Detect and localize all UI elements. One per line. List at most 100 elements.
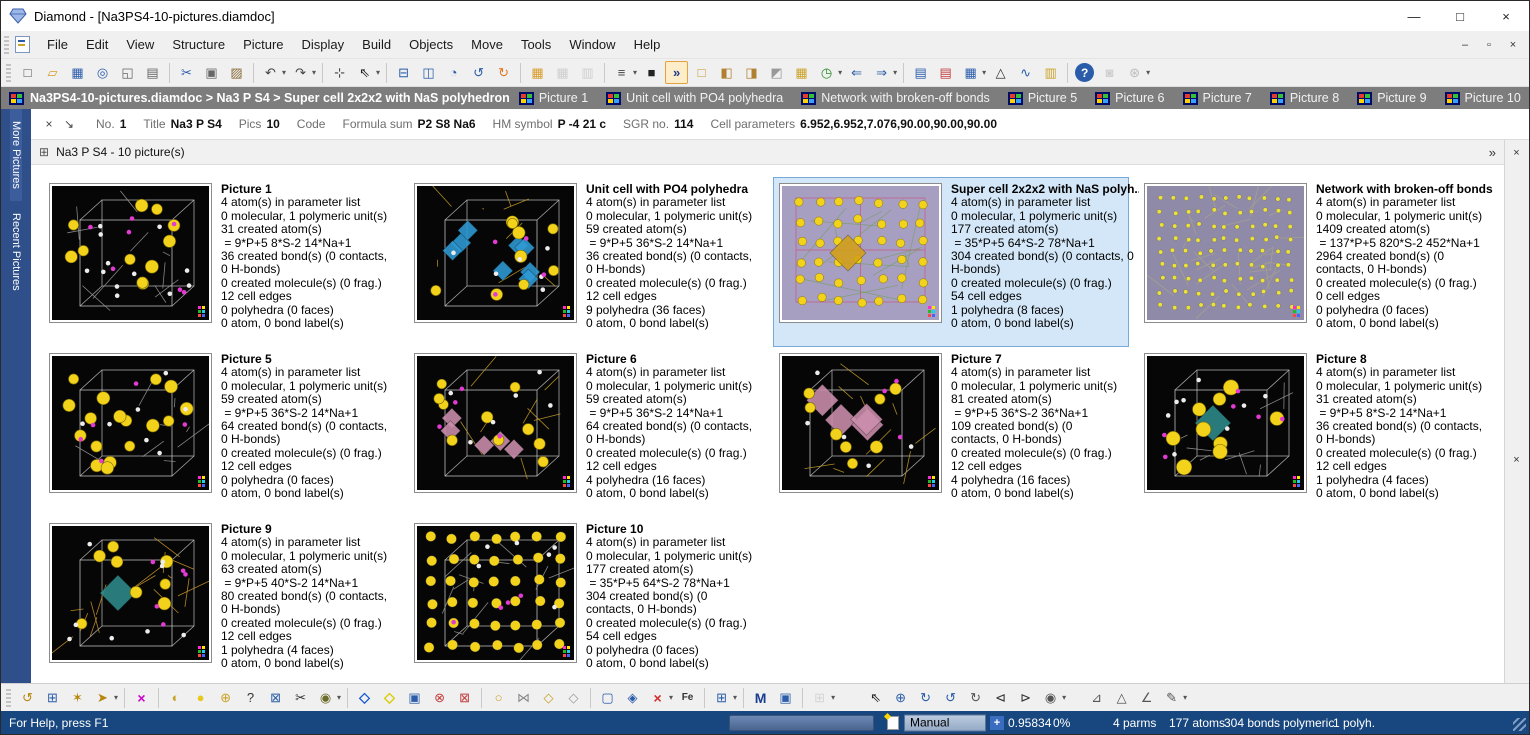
copy-picture-button[interactable]: ◧: [715, 61, 738, 84]
document-view-button[interactable]: ▤: [909, 61, 932, 84]
measure-angle-button[interactable]: ∠: [1135, 686, 1158, 709]
sketch-button-dropdown[interactable]: ▾: [1183, 693, 1187, 702]
find-button[interactable]: ◎: [91, 61, 114, 84]
picture-card[interactable]: Unit cell with PO4 polyhedra4 atom(s) in…: [408, 177, 764, 347]
menu-edit[interactable]: Edit: [77, 33, 117, 56]
grid-button-dropdown[interactable]: ▾: [831, 693, 835, 702]
picture-table-button[interactable]: ▦: [790, 61, 813, 84]
picture-thumbnail[interactable]: [414, 523, 577, 663]
section-more-chevron[interactable]: »: [1489, 145, 1496, 160]
remove-cell-button[interactable]: ⊠: [453, 686, 476, 709]
coordination-button[interactable]: ◇: [537, 686, 560, 709]
open-button[interactable]: ▱: [41, 61, 64, 84]
bond-button[interactable]: ○: [487, 686, 510, 709]
apply-button[interactable]: ⊞: [41, 686, 64, 709]
cage-button[interactable]: ▣: [403, 686, 426, 709]
material-button[interactable]: M: [749, 686, 772, 709]
data-grid-button-dropdown[interactable]: ▾: [982, 68, 986, 77]
toolbar-grip[interactable]: [6, 64, 11, 82]
builder-wizard-button[interactable]: ✶: [66, 686, 89, 709]
menu-picture[interactable]: Picture: [234, 33, 292, 56]
picture-tab[interactable]: Picture 7: [1183, 91, 1252, 105]
rotate-y-button[interactable]: ↺: [939, 686, 962, 709]
update-button[interactable]: ↺: [16, 686, 39, 709]
camera-button[interactable]: ◙: [1098, 61, 1121, 84]
previous-picture-button[interactable]: ⇐: [845, 61, 868, 84]
select-button-dropdown[interactable]: ▾: [376, 68, 380, 77]
picture-tab[interactable]: Picture 1: [519, 91, 588, 105]
help-button[interactable]: ?: [1075, 63, 1094, 82]
picture-thumbnail[interactable]: [49, 183, 212, 323]
picture-card[interactable]: Network with broken-off bonds4 atom(s) i…: [1138, 177, 1494, 347]
save-button[interactable]: ▦: [66, 61, 89, 84]
fit-icon[interactable]: +: [990, 716, 1004, 730]
picture-creation-button-dropdown[interactable]: ▾: [114, 693, 118, 702]
picture-creation-button[interactable]: ➤: [91, 686, 114, 709]
copy-button[interactable]: ▣: [200, 61, 223, 84]
picture-card[interactable]: Picture 14 atom(s) in parameter list0 mo…: [43, 177, 399, 347]
properties-view-button[interactable]: ▤: [934, 61, 957, 84]
next-picture-button-dropdown[interactable]: ▾: [893, 68, 897, 77]
close-button[interactable]: ×: [1483, 1, 1529, 31]
spin-button-dropdown[interactable]: ▾: [1062, 693, 1066, 702]
refresh-button[interactable]: ↻: [492, 61, 515, 84]
picture-card[interactable]: Picture 84 atom(s) in parameter list0 mo…: [1138, 347, 1494, 517]
pointer-mode-button[interactable]: ⇖: [864, 686, 887, 709]
connectivity-button[interactable]: ⋈: [512, 686, 535, 709]
dock-close-mid-button[interactable]: ×: [1509, 452, 1524, 467]
list-mode-button[interactable]: ≡: [610, 61, 633, 84]
menu-structure[interactable]: Structure: [163, 33, 234, 56]
select-button[interactable]: ⇖: [353, 61, 376, 84]
picture-thumbnail[interactable]: [49, 353, 212, 493]
split-view-button[interactable]: ◫: [417, 61, 440, 84]
close-info-icon[interactable]: ×: [39, 117, 59, 131]
mdi-minimize-button[interactable]: –: [1455, 36, 1475, 54]
picture-card[interactable]: Picture 54 atom(s) in parameter list0 mo…: [43, 347, 399, 517]
minimize-button[interactable]: —: [1391, 1, 1437, 31]
undo-button[interactable]: ↶: [259, 61, 282, 84]
new-document-button[interactable]: □: [16, 61, 39, 84]
video-button-dropdown[interactable]: ▾: [1146, 68, 1150, 77]
picture-thumbnail[interactable]: [779, 353, 942, 493]
list-mode-button-dropdown[interactable]: ▾: [633, 68, 637, 77]
menu-objects[interactable]: Objects: [400, 33, 462, 56]
redo-button-dropdown[interactable]: ▾: [312, 68, 316, 77]
picture-card[interactable]: Picture 74 atom(s) in parameter list0 mo…: [773, 347, 1129, 517]
destroy-button[interactable]: ×: [130, 686, 153, 709]
pattern-button-dropdown[interactable]: ▾: [733, 693, 737, 702]
data-grid-button[interactable]: ▦: [959, 61, 982, 84]
menu-file[interactable]: File: [38, 33, 77, 56]
picture-tab[interactable]: Picture 9: [1357, 91, 1426, 105]
menu-help[interactable]: Help: [625, 33, 670, 56]
paste-button[interactable]: ▨: [225, 61, 248, 84]
picture-card[interactable]: Picture 94 atom(s) in parameter list0 mo…: [43, 517, 399, 683]
new-table-button[interactable]: ▦: [526, 61, 549, 84]
unknown-atoms-button[interactable]: ?: [239, 686, 262, 709]
picture-history-button[interactable]: ◷: [815, 61, 838, 84]
mdi-restore-button[interactable]: ▫: [1479, 36, 1499, 54]
picture-tab[interactable]: Unit cell with PO4 polyhedra: [606, 91, 783, 105]
packing-button-dropdown[interactable]: ▾: [337, 693, 341, 702]
undo-history-button[interactable]: ↺: [467, 61, 490, 84]
rotate-x-button[interactable]: ↻: [914, 686, 937, 709]
redo-button[interactable]: ↷: [289, 61, 312, 84]
atom-design-button[interactable]: ◐: [164, 686, 187, 709]
picture-tab[interactable]: Network with broken-off bonds: [801, 91, 990, 105]
pattern-button[interactable]: ⊞: [710, 686, 733, 709]
add-atoms-button[interactable]: ●: [189, 686, 212, 709]
print-button[interactable]: ▤: [141, 61, 164, 84]
sidebar-tab-recent-pictures[interactable]: Recent Pictures: [10, 201, 22, 303]
pan-button[interactable]: ⊹: [328, 61, 351, 84]
picture-folder-button[interactable]: ■: [640, 61, 663, 84]
break-bonds-button[interactable]: ✂: [289, 686, 312, 709]
import-table-button[interactable]: ▦: [551, 61, 574, 84]
element-symbol-button[interactable]: Fe: [676, 686, 699, 709]
picture-tab[interactable]: Picture 6: [1095, 91, 1164, 105]
spin-button[interactable]: ◉: [1039, 686, 1062, 709]
grid-button[interactable]: ⊞: [808, 686, 831, 709]
picture-card[interactable]: Super cell 2x2x2 with NaS polyh...4 atom…: [773, 177, 1129, 347]
picture-thumbnail[interactable]: [1144, 183, 1307, 323]
render-view-button[interactable]: ▣: [774, 686, 797, 709]
zoom-out-mode-button[interactable]: ⊳: [1014, 686, 1037, 709]
packing-button[interactable]: ◉: [314, 686, 337, 709]
